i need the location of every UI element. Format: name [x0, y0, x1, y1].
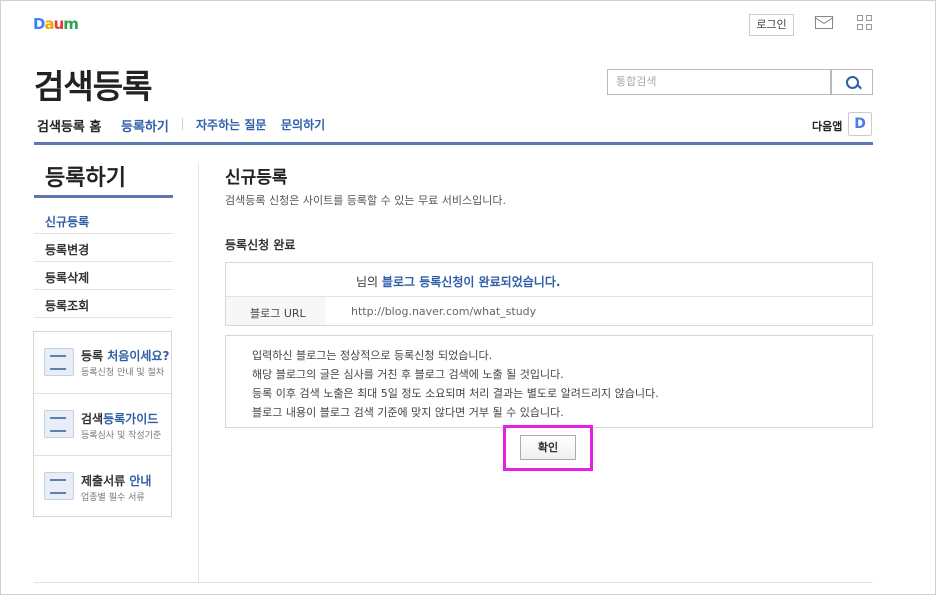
guide-first-time-link[interactable]: 등록 처음이세요? [81, 347, 169, 364]
mail-icon[interactable] [815, 16, 833, 29]
search-input[interactable]: 통합검색 [607, 69, 831, 95]
guide-first-time-sub: 등록신청 안내 및 절차 [81, 368, 165, 378]
url-value: http://blog.naver.com/what_study [351, 305, 537, 318]
search-icon [846, 76, 859, 89]
divider [34, 289, 173, 290]
sidebar-item-change[interactable]: 등록변경 [45, 241, 173, 258]
notice-line: 등록 이후 검색 노출은 최대 5일 정도 소요되며 처리 결과는 별도로 알려… [252, 387, 659, 400]
content-description: 검색등록 신청은 사이트를 등록할 수 있는 무료 서비스입니다. [225, 194, 506, 207]
header-divider [34, 142, 873, 145]
divider [34, 233, 173, 234]
daum-app-link[interactable]: 다음앱 [812, 118, 842, 134]
search-guide-icon [44, 410, 74, 438]
guide-documents-link[interactable]: 제출서류 안내 [81, 472, 151, 489]
divider [34, 393, 171, 394]
sidebar-item-new[interactable]: 신규등록 [45, 213, 173, 230]
url-label: 블로그 URL [250, 307, 306, 320]
sidebar-divider [34, 195, 173, 198]
content-title: 신규등록 [225, 168, 288, 188]
result-message: 님의 블로그 등록신청이 완료되었습니다. [356, 275, 561, 289]
edit-icon [44, 348, 74, 376]
guide-search-link[interactable]: 검색등록가이드 [81, 410, 158, 427]
apps-grid-icon[interactable] [857, 15, 873, 31]
divider [34, 317, 173, 318]
sidebar-item-delete[interactable]: 등록삭제 [45, 269, 173, 286]
daum-app-icon[interactable]: D [848, 112, 872, 136]
nav-contact[interactable]: 문의하기 [281, 116, 325, 133]
notice-line: 블로그 내용이 블로그 검색 기준에 맞지 않다면 거부 될 수 있습니다. [252, 406, 564, 419]
sidebar-title: 등록하기 [45, 166, 126, 191]
divider [34, 455, 171, 456]
notice-line: 입력하신 블로그는 정상적으로 등록신청 되었습니다. [252, 349, 493, 362]
nav-faq[interactable]: 자주하는 질문 [196, 116, 266, 133]
guide-documents-sub: 업종별 필수 서류 [81, 493, 145, 503]
nav-separator [182, 118, 183, 130]
sidebar-item-lookup[interactable]: 등록조회 [45, 297, 173, 314]
result-row-divider [226, 296, 872, 297]
login-button[interactable]: 로그인 [749, 14, 794, 36]
nav-home[interactable]: 검색등록 홈 [37, 116, 101, 135]
divider [34, 261, 173, 262]
section-title: 등록신청 완료 [225, 238, 296, 252]
notice-line: 해당 블로그의 글은 심사를 거친 후 블로그 검색에 노출 될 것입니다. [252, 368, 564, 381]
search-button[interactable] [831, 69, 873, 95]
confirm-button[interactable]: 확인 [520, 435, 576, 460]
nav-register[interactable]: 등록하기 [121, 116, 169, 135]
document-icon [44, 472, 74, 500]
page-title: 검색등록 [34, 67, 152, 106]
daum-logo[interactable]: Daum [33, 15, 79, 33]
guide-search-sub: 등록심사 및 작성기준 [81, 431, 162, 441]
column-divider [198, 163, 199, 583]
footer-divider [34, 582, 873, 583]
